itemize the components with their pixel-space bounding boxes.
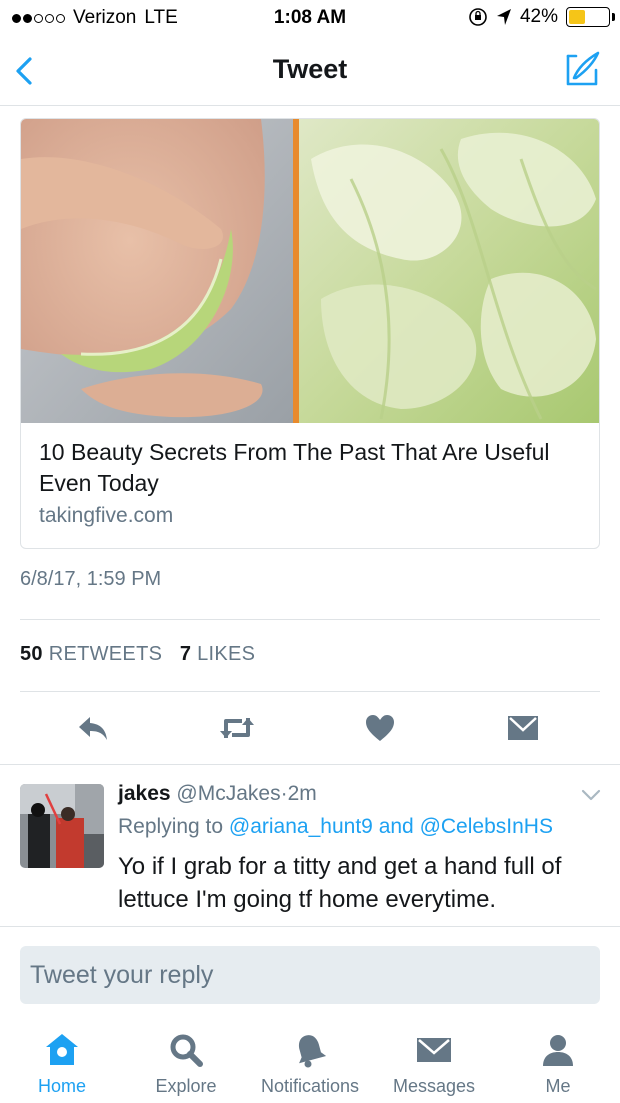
divider (20, 619, 600, 620)
location-icon (496, 9, 511, 25)
status-bar: Verizon LTE 1:08 AM 42% (0, 0, 620, 36)
replying-conjunction: and (378, 815, 414, 838)
tab-label: Home (37, 1076, 86, 1096)
tab-label: Messages (392, 1076, 476, 1096)
replying-to: Replying to @ariana_hunt9 and @CelebsInH… (118, 815, 553, 839)
like-button[interactable] (355, 705, 405, 751)
retweet-icon (220, 718, 254, 738)
search-icon (170, 1034, 203, 1067)
reply-text: Yo if I grab for a titty and get a hand … (118, 853, 562, 913)
divider (20, 691, 600, 692)
retweets-stat[interactable]: 50 RETWEETS (20, 643, 162, 665)
person-icon (543, 1035, 573, 1066)
reply-button[interactable] (68, 705, 118, 751)
mention-link[interactable]: @CelebsInHS (420, 815, 553, 838)
reply-time: 2m (287, 782, 317, 805)
tab-me[interactable]: Me (496, 1022, 620, 1103)
tweet-timestamp: 6/8/17, 1:59 PM (20, 568, 162, 590)
tab-label: Me (545, 1076, 571, 1096)
home-icon (46, 1034, 78, 1065)
retweets-count: 50 (20, 643, 43, 665)
card-domain: takingfive.com (39, 504, 174, 527)
tweet-actions (0, 705, 620, 755)
direct-message-button[interactable] (498, 705, 548, 751)
tab-messages[interactable]: Messages (372, 1022, 496, 1103)
divider (0, 764, 620, 765)
retweets-label: RETWEETS (48, 643, 163, 665)
tab-label: Notifications (260, 1076, 360, 1096)
card-title[interactable]: 10 Beauty Secrets From The Past That Are… (39, 437, 579, 499)
tab-explore[interactable]: Explore (124, 1022, 248, 1103)
heart-icon (366, 715, 394, 741)
tab-label: Explore (155, 1076, 217, 1096)
retweet-button[interactable] (212, 705, 262, 751)
divider (0, 926, 620, 927)
tab-home[interactable]: Home (0, 1022, 124, 1103)
battery-icon (566, 7, 615, 27)
tab-bar: Home Explore Notifications Messages Me (0, 1022, 620, 1103)
reply-author-handle[interactable]: @McJakes (176, 782, 280, 805)
tab-notifications[interactable]: Notifications (248, 1022, 372, 1103)
page-title: Tweet (272, 54, 348, 84)
envelope-icon (508, 716, 538, 740)
rotation-lock-icon (469, 8, 487, 26)
chevron-down-icon[interactable] (580, 787, 602, 803)
compose-icon[interactable] (562, 48, 604, 90)
nav-bar: Tweet (0, 36, 620, 106)
link-card[interactable]: 10 Beauty Secrets From The Past That Are… (20, 118, 600, 549)
reply-input[interactable]: Tweet your reply (20, 946, 600, 1004)
avatar[interactable] (20, 784, 104, 868)
likes-label: LIKES (197, 643, 256, 665)
tweet-stats: 50 RETWEETS 7 LIKES (20, 643, 255, 666)
reply-icon (79, 717, 107, 740)
card-image (21, 119, 599, 423)
likes-count: 7 (179, 643, 192, 665)
reply-separator: · (280, 782, 288, 805)
mention-link[interactable]: @ariana_hunt9 (229, 815, 373, 838)
reply-header: jakes @McJakes·2m (118, 782, 317, 806)
likes-stat[interactable]: 7 LIKES (180, 643, 256, 665)
envelope-icon (417, 1038, 451, 1062)
battery-level (569, 10, 585, 24)
battery-percent: 42% (519, 6, 558, 27)
reply-author-name[interactable]: jakes (118, 782, 171, 805)
bell-icon (298, 1035, 327, 1068)
replying-prefix: Replying to (118, 815, 224, 838)
status-indicators: 42% (468, 6, 615, 28)
